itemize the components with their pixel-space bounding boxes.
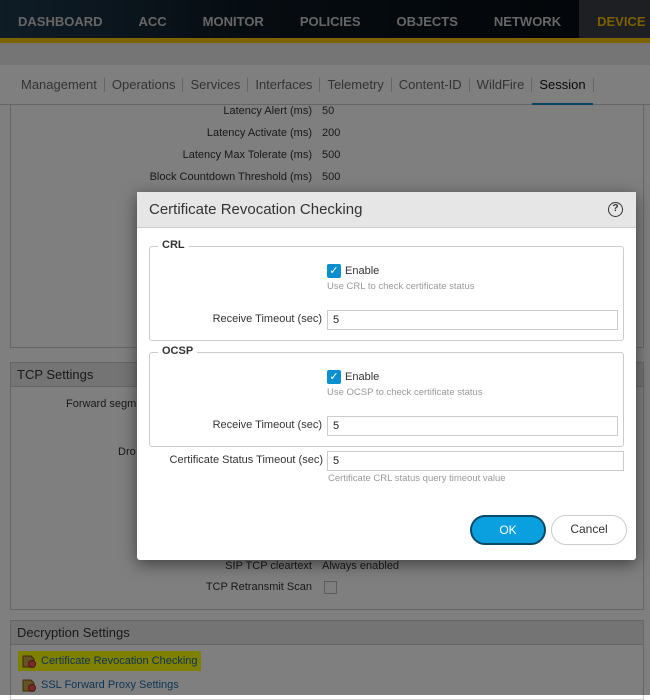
ocsp-enable-checkbox[interactable]: ✓ bbox=[327, 370, 341, 384]
crl-hint: Use CRL to check certificate status bbox=[327, 281, 475, 292]
ocsp-timeout-input[interactable]: 5 bbox=[327, 416, 618, 436]
crl-timeout-input[interactable]: 5 bbox=[327, 310, 618, 330]
crl-enable-checkbox[interactable]: ✓ bbox=[327, 264, 341, 278]
crl-fieldset: CRL ✓ Enable Use CRL to check certificat… bbox=[149, 239, 624, 341]
ocsp-timeout-label: Receive Timeout (sec) bbox=[212, 419, 322, 431]
dialog-title: Certificate Revocation Checking? bbox=[137, 192, 636, 228]
status-timeout-hint: Certificate CRL status query timeout val… bbox=[328, 473, 506, 484]
status-timeout-label: Certificate Status Timeout (sec) bbox=[169, 454, 323, 466]
cert-revocation-dialog: Certificate Revocation Checking? CRL ✓ E… bbox=[137, 192, 636, 560]
crl-timeout-label: Receive Timeout (sec) bbox=[212, 313, 322, 325]
ocsp-enable-label: Enable bbox=[345, 371, 380, 383]
ok-button[interactable]: OK bbox=[470, 515, 546, 545]
cancel-button[interactable]: Cancel bbox=[551, 515, 627, 545]
crl-legend: CRL bbox=[158, 239, 189, 251]
status-timeout-input[interactable]: 5 bbox=[327, 451, 624, 471]
help-icon[interactable]: ? bbox=[608, 202, 623, 217]
crl-enable-label: Enable bbox=[345, 265, 380, 277]
dialog-title-text: Certificate Revocation Checking bbox=[149, 201, 363, 218]
ocsp-legend: OCSP bbox=[158, 345, 198, 357]
ocsp-hint: Use OCSP to check certificate status bbox=[327, 387, 483, 398]
ocsp-fieldset: OCSP ✓ Enable Use OCSP to check certific… bbox=[149, 345, 624, 447]
